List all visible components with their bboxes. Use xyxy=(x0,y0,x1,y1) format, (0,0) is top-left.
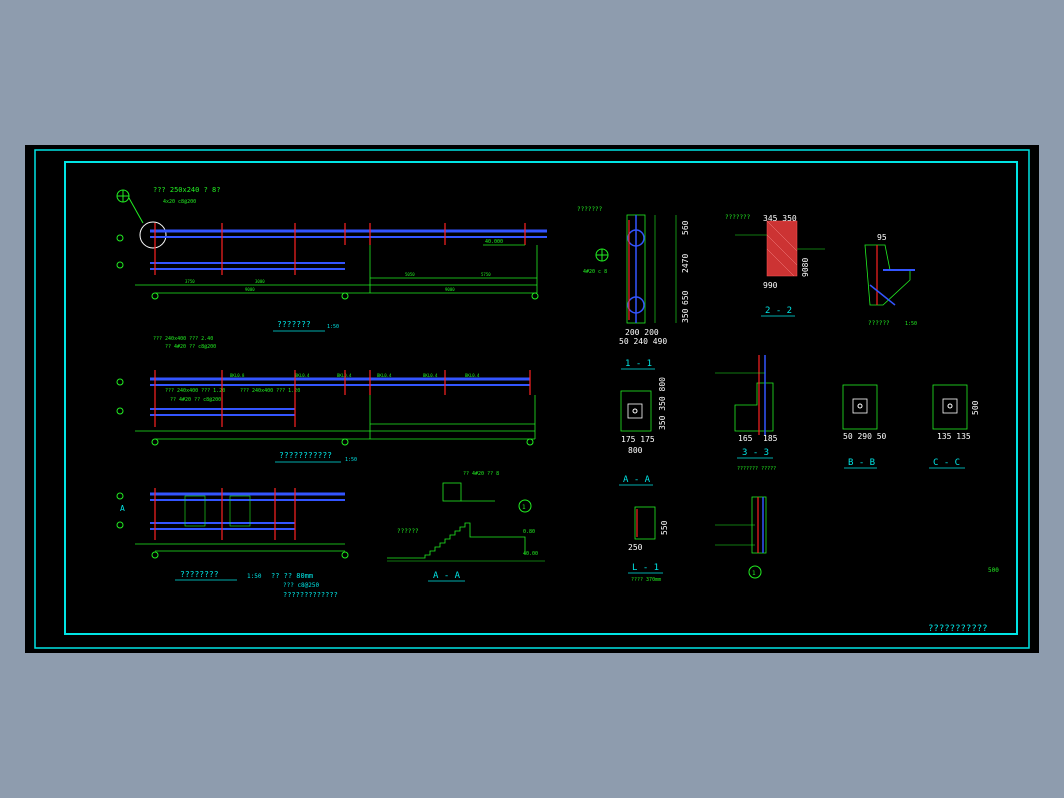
sCC-dim-vert: 500 xyxy=(971,400,980,415)
plan-3: A ???????? 1:50 ?? ?? 80mm ??? c8@250 ??… xyxy=(116,488,349,599)
stair-label: ?????? xyxy=(397,528,419,535)
s3-scale: 1:50 xyxy=(905,321,917,327)
plan1-header: ??? 250x240 ? 8? xyxy=(153,186,220,194)
plan1-title: ??????? xyxy=(277,320,311,329)
plan1-dim-5: 9000 xyxy=(245,287,255,292)
s11-bottom-1: 200 200 xyxy=(625,328,659,337)
s22-label: ??????? xyxy=(725,214,751,221)
s33-note: ??????? ????? xyxy=(737,466,776,472)
stair-level-2: 40.00 xyxy=(523,551,538,557)
plan1-dim-4: 5750 xyxy=(481,272,491,277)
s22-top: 345 350 xyxy=(763,214,797,223)
sheet-code: 500 xyxy=(988,567,999,574)
detail-1: 1 xyxy=(715,496,767,579)
plan1-level: 40.000 xyxy=(485,239,503,245)
plan1-dim-3: 5050 xyxy=(405,272,415,277)
plan2-title: ??????????? xyxy=(279,451,332,460)
plan1-scale: 1:50 xyxy=(327,324,339,330)
plan2-note-right: ??? 240x400 ??? 1.20 xyxy=(240,388,300,394)
footer-title: ??????????? xyxy=(928,624,988,634)
plan2-header2: ?? 4#20 ?? c8@200 xyxy=(165,344,216,350)
sL1-dim-2: 550 xyxy=(660,520,669,535)
detail-marker: 1 xyxy=(752,570,756,577)
plan2-note2: ?? 4#20 ?? c8@200 xyxy=(170,397,221,403)
plan1-dim-1: 3750 xyxy=(185,279,195,284)
sCC-dim: 135 135 xyxy=(937,432,971,441)
beam-label-2: BKL0.4 xyxy=(295,373,310,378)
section-B-B: 50 290 50 B - B xyxy=(842,384,887,469)
stair-level-1: 0.80 xyxy=(523,529,535,535)
section-3-detail: 95 ?????? 1:50 xyxy=(864,233,917,327)
section-C-C: 135 135 500 C - C xyxy=(929,384,980,469)
sAA-side: 350 350 800 xyxy=(658,377,667,430)
plan-2: ??? 240x400 ??? 2.40 ?? 4#20 ?? c8@200 ?… xyxy=(116,336,536,463)
sCC-title: C - C xyxy=(933,458,960,468)
beam-label-4: BKL0.4 xyxy=(377,373,392,378)
plan1-dim-2: 3000 xyxy=(255,279,265,284)
section-2-2: ??????? 345 350 990 9080 2 - 2 xyxy=(725,214,825,317)
s3-title: ?????? xyxy=(868,320,890,327)
beam-label-1: BKL0.8 xyxy=(230,373,245,378)
s11-note: 4#20 c 8 xyxy=(583,269,607,275)
sAA-dim-1: 175 175 xyxy=(621,435,655,444)
plan-1: ??? 250x240 ? 8? 4x20 c8@200 40.000 3750… xyxy=(116,186,547,332)
sAA-title: A - A xyxy=(623,475,651,485)
section-A-A: 175 175 800 350 350 800 A - A xyxy=(619,377,667,486)
section-3-3: 165 185 3 - 3 ??????? ????? xyxy=(715,355,778,472)
cad-drawing-canvas: ??? 250x240 ? 8? 4x20 c8@200 40.000 3750… xyxy=(25,145,1039,653)
s11-title: 1 - 1 xyxy=(625,359,652,369)
s22-dim: 990 xyxy=(763,281,778,290)
s3-top: 95 xyxy=(877,233,887,242)
beam-label-6: BKL0.4 xyxy=(465,373,480,378)
sBB-dim: 50 290 50 xyxy=(843,432,887,441)
s22-title: 2 - 2 xyxy=(765,306,792,316)
s33-dim-1: 165 xyxy=(738,434,753,443)
sAA-dim-2: 800 xyxy=(628,446,643,455)
plan3-note-b: ??? c8@250 xyxy=(283,582,320,589)
s11-dim-3: 650 xyxy=(681,290,690,305)
stair-detail-marker: 1 xyxy=(522,504,526,511)
section-1-1: ??????? 4#20 c 8 560 2470 650 350 200 20… xyxy=(577,206,690,370)
plan1-header2: 4x20 c8@200 xyxy=(163,199,196,205)
stair-section: ?? 4#20 ?? 8 1 ?????? 0.80 40.00 A - A xyxy=(387,471,545,582)
s11-dim-1: 560 xyxy=(681,220,690,235)
s11-label: ??????? xyxy=(577,206,603,213)
sL1-dim-1: 250 xyxy=(628,543,643,552)
section-L-1: 250 550 L - 1 ???? 370mm xyxy=(628,506,669,583)
s11-dim-4: 350 xyxy=(681,308,690,323)
stair-title: A - A xyxy=(433,571,461,581)
stair-note: ?? 4#20 ?? 8 xyxy=(463,471,499,477)
plan2-note: ??? 240x400 ??? 1.20 xyxy=(165,388,225,394)
plan3-note-c: ????????????? xyxy=(283,591,338,599)
plan2-header: ??? 240x400 ??? 2.40 xyxy=(153,336,213,342)
plan3-axis-a: A xyxy=(120,504,125,513)
s33-dim-2: 185 xyxy=(763,434,778,443)
s11-dim-2: 2470 xyxy=(681,254,690,273)
beam-label-5: BKL0.4 xyxy=(423,373,438,378)
plan3-note-a: ?? ?? 80mm xyxy=(271,572,313,580)
sL1-note: ???? 370mm xyxy=(631,577,661,583)
plan2-scale: 1:50 xyxy=(345,457,357,463)
s33-title: 3 - 3 xyxy=(742,448,769,458)
plan1-dim-6: 9000 xyxy=(445,287,455,292)
s11-bottom-2: 50 240 490 xyxy=(619,337,667,346)
plan3-scale: 1:50 xyxy=(247,573,262,580)
plan3-title: ???????? xyxy=(180,570,219,579)
sBB-title: B - B xyxy=(848,458,875,468)
s22-dim-vert: 9080 xyxy=(801,258,810,277)
sL1-title: L - 1 xyxy=(632,563,659,573)
